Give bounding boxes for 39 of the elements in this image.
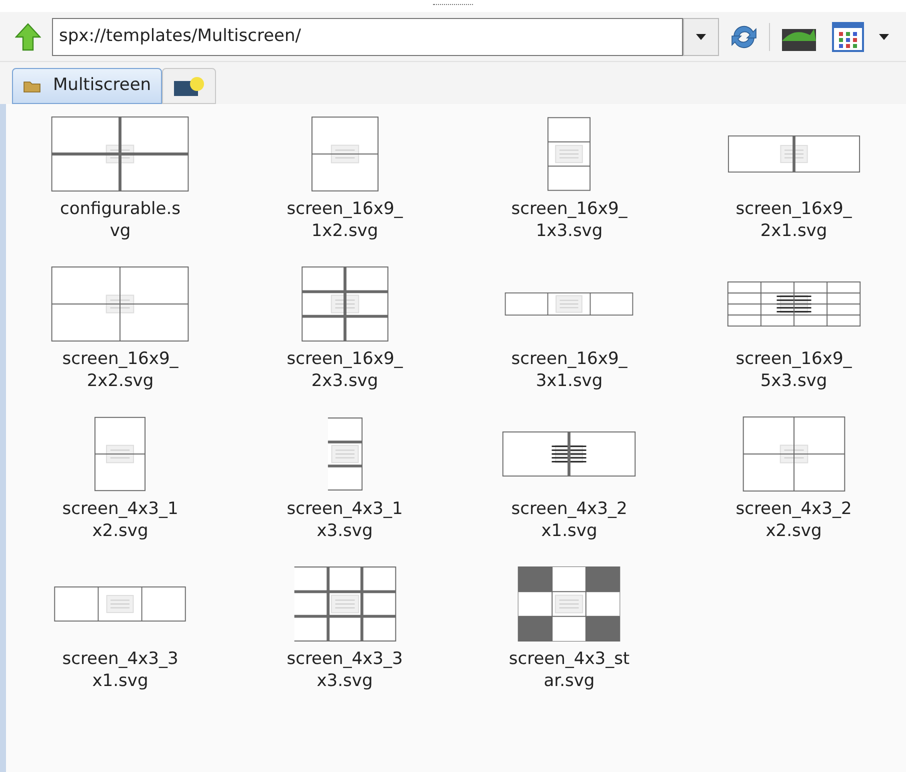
file-name[interactable]: screen_4x3_1 x3.svg: [286, 498, 403, 542]
file-name[interactable]: screen_16x9_ 1x3.svg: [511, 198, 628, 242]
caret-icon: [696, 34, 706, 40]
layout-thumbnail-icon: [500, 431, 638, 477]
path-field[interactable]: spx://templates/Multiscreen/: [52, 18, 683, 56]
up-arrow-icon: [15, 22, 41, 50]
file-name[interactable]: screen_4x3_st ar.svg: [508, 648, 630, 692]
folder-light-icon: [173, 75, 206, 97]
file-name[interactable]: screen_16x9_ 1x2.svg: [286, 198, 403, 242]
file-name[interactable]: configurable.s vg: [60, 198, 180, 242]
layout-thumbnail-icon: [50, 116, 190, 192]
file-name[interactable]: screen_4x3_3 x1.svg: [62, 648, 178, 692]
layout-thumbnail-icon: [742, 416, 846, 492]
file-name[interactable]: screen_4x3_2 x2.svg: [736, 498, 852, 542]
layout-thumbnail-icon: [724, 281, 863, 327]
layout-thumbnail-icon: [310, 116, 379, 192]
grid-view-button[interactable]: [830, 20, 866, 54]
resize-grip-icon[interactable]: [433, 4, 473, 7]
file-name[interactable]: screen_16x9_ 5x3.svg: [736, 348, 852, 392]
layout-thumbnail-icon: [50, 266, 190, 342]
file-name[interactable]: screen_4x3_3 x3.svg: [286, 648, 403, 692]
grid-view-icon: [832, 22, 864, 52]
dropdown-button[interactable]: [683, 18, 719, 56]
caret-icon: [879, 34, 889, 40]
layout-thumbnail-icon: [326, 416, 363, 492]
layout-thumbnail-icon: [94, 416, 146, 492]
file-name[interactable]: screen_16x9_ 3x1.svg: [511, 348, 628, 392]
file-name[interactable]: screen_4x3_1 x2.svg: [62, 498, 178, 542]
layout-thumbnail-icon: [547, 116, 592, 192]
tab[interactable]: Multiscreen: [12, 68, 162, 104]
file-name[interactable]: screen_16x9_ 2x1.svg: [736, 198, 852, 242]
layout-thumbnail-icon: [292, 566, 397, 642]
layout-thumbnail-icon: [517, 566, 622, 642]
file-name[interactable]: screen_16x9_ 2x2.svg: [62, 348, 178, 392]
file-name[interactable]: screen_4x3_2 x1.svg: [511, 498, 628, 542]
file-name[interactable]: screen_16x9_ 2x3.svg: [286, 348, 403, 392]
layout-thumbnail-icon: [300, 266, 389, 342]
folder-icon: [23, 79, 41, 93]
folder-tab[interactable]: [162, 68, 216, 104]
